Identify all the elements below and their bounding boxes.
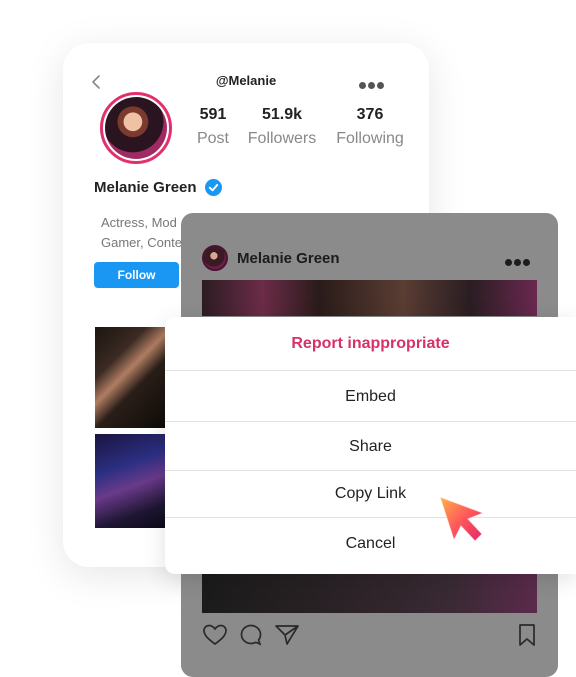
stat-posts[interactable]: 591 Post (173, 106, 253, 148)
stat-value: 376 (356, 106, 384, 123)
avatar[interactable] (100, 92, 172, 164)
bookmark-icon[interactable] (518, 623, 536, 647)
bio-line: Actress, Mod (101, 215, 177, 230)
follow-button[interactable]: Follow (94, 262, 179, 288)
heart-icon[interactable] (202, 623, 228, 647)
report-option[interactable]: Report inappropriate (165, 335, 576, 353)
more-options-icon[interactable] (359, 76, 386, 94)
verified-icon (204, 179, 222, 196)
stat-followers[interactable]: 51.9k Followers (242, 106, 322, 148)
divider (165, 370, 576, 371)
action-sheet: Report inappropriate Embed Share Copy Li… (165, 317, 576, 574)
post-image[interactable] (202, 280, 537, 316)
cancel-option[interactable]: Cancel (165, 535, 576, 553)
share-option[interactable]: Share (165, 438, 576, 456)
post-avatar[interactable] (202, 245, 228, 271)
grid-thumbnail[interactable] (95, 327, 165, 428)
stat-value: 591 (199, 106, 227, 123)
post-author[interactable]: Melanie Green (237, 250, 340, 267)
stat-value: 51.9k (261, 106, 303, 123)
divider (165, 470, 576, 471)
post-more-icon[interactable] (505, 253, 532, 271)
stat-following[interactable]: 376 Following (330, 106, 410, 148)
cursor-icon (439, 496, 485, 542)
post-header: Melanie Green (202, 245, 340, 271)
post-actions (202, 623, 537, 649)
divider (165, 421, 576, 422)
profile-name-row: Melanie Green (94, 179, 222, 196)
stat-label: Following (336, 130, 404, 147)
divider (165, 517, 576, 518)
stat-label: Followers (247, 130, 317, 147)
bio-line: Gamer, Conte (101, 235, 182, 250)
profile-name: Melanie Green (94, 179, 197, 196)
send-icon[interactable] (274, 623, 300, 647)
post-image[interactable] (202, 573, 537, 613)
embed-option[interactable]: Embed (165, 388, 576, 406)
profile-bio: Actress, Mod Gamer, Conte (101, 213, 182, 253)
comment-icon[interactable] (239, 623, 263, 647)
stat-label: Post (196, 130, 229, 147)
grid-thumbnail[interactable] (95, 434, 165, 528)
copy-link-option[interactable]: Copy Link (165, 485, 576, 503)
